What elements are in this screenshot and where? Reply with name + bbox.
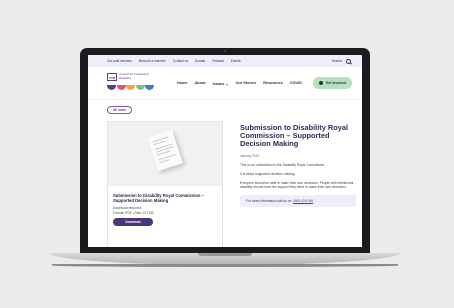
logo-mark: cid [107,73,117,81]
nav-covid[interactable]: COVID [290,81,302,86]
download-button[interactable]: Download [113,218,153,226]
article: Submission to Disability Royal Commissio… [240,123,356,208]
toplink-become-member[interactable]: Become a member [139,59,166,63]
get-involved-label: Get involved [325,81,347,85]
logo-arcs [107,85,155,90]
document-illustration [147,129,183,172]
nav-issues[interactable]: Issues ⌄ [213,81,229,86]
logo-text: Council for Intellectual Disability [119,72,149,80]
laptop-base-shadow [52,264,398,267]
search-icon[interactable] [346,58,351,64]
get-involved-button[interactable]: Get involved [312,77,353,89]
site-header: cid Council for Intellectual Disability … [88,67,362,100]
phone-link[interactable]: 1800 424 065 [293,199,313,203]
card-subtitle: Download resource [113,206,142,210]
toplink-podcast[interactable]: Podcast [212,59,224,63]
nav-our-stories[interactable]: Our Stories [236,81,257,86]
document-preview-image [108,122,222,186]
all-news-button[interactable]: All news [107,106,132,114]
main-content: All news Submission to Disability Royal … [88,100,362,247]
logo-arc [135,85,145,90]
laptop-notch [198,253,252,256]
card-title: Submission to Disability Royal Commissio… [113,193,204,203]
nav-home[interactable]: Home [177,81,188,86]
top-utility-bar: Our paid services Become a member Contac… [88,55,362,67]
doc-line [159,159,170,164]
info-callout: For more information call us on 1800 424… [240,195,356,208]
logo-arc [107,85,116,90]
toplink-contact[interactable]: Contact us [173,59,188,63]
toplink-paid-services[interactable]: Our paid services [107,59,132,63]
article-paragraph: It is about supported decision making. [240,171,296,176]
laptop-lid: Our paid services Become a member Contac… [80,48,370,253]
card-file-meta: Format: PDF | Size: 371 KB [113,211,154,215]
toplink-events[interactable]: Events [231,59,241,63]
article-date: January 2022 [240,153,260,158]
main-nav: Home About Issues ⌄ Our Stories Resource… [177,81,309,86]
logo-arc [145,85,154,90]
logo-arc [126,85,135,90]
laptop-screen: Our paid services Become a member Contac… [88,55,362,247]
search-label[interactable]: Search [332,59,342,63]
logo-arc [116,85,126,90]
nav-resources[interactable]: Resources [263,81,282,86]
page-title: Submission to Disability Royal Commissio… [240,123,349,149]
phone-icon [318,81,323,85]
logo[interactable]: cid Council for Intellectual Disability [107,70,155,96]
article-paragraph: Everyone should be able to make their ow… [240,181,354,190]
info-text: For more information call us on [246,199,292,204]
nav-about[interactable]: About [195,81,206,86]
toplink-donate[interactable]: Donate [195,59,205,63]
article-paragraph: This is our submission to the Disability… [240,162,326,167]
camera-icon [224,50,226,52]
resource-card: Submission to Disability Royal Commissio… [107,121,223,247]
